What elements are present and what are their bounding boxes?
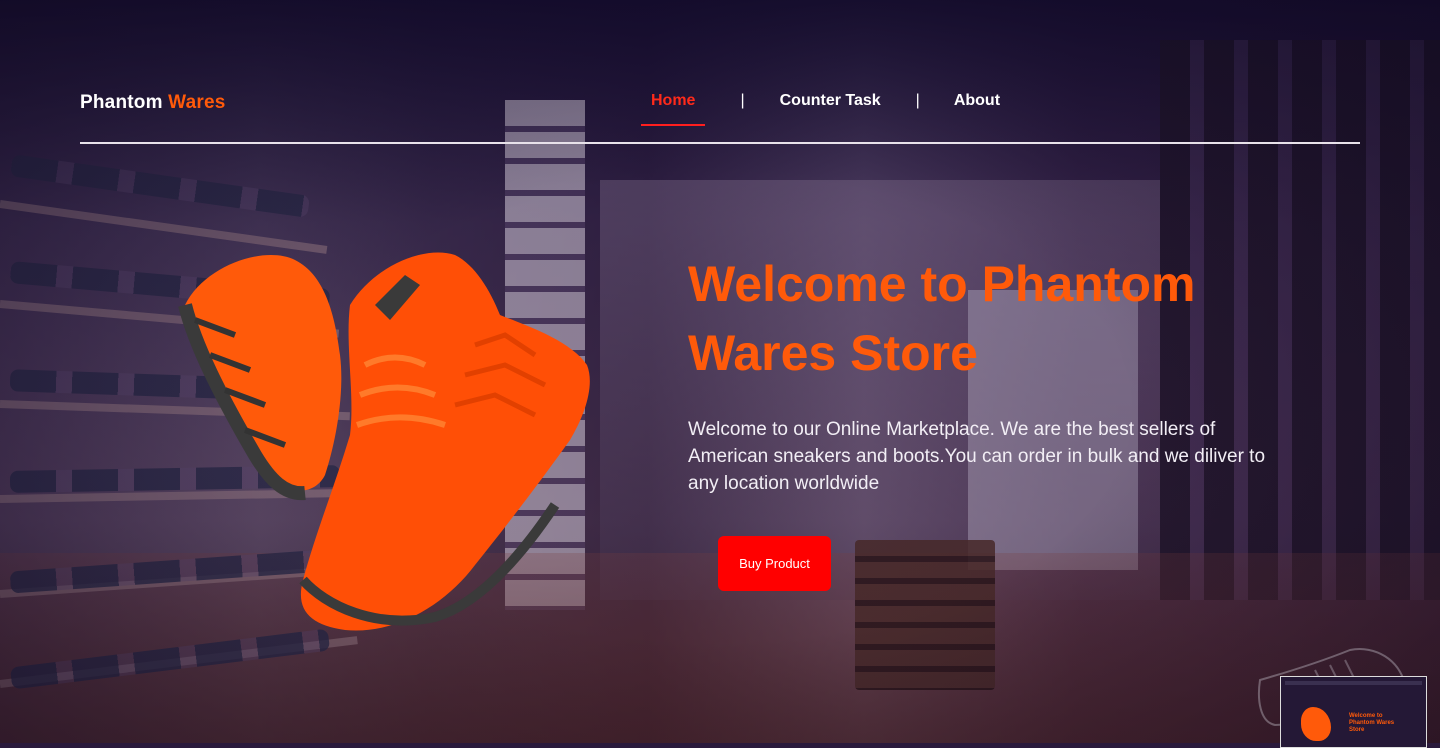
thumbnail-shoe [1301,707,1331,741]
hero-description: Welcome to our Online Marketplace. We ar… [688,419,1266,494]
thumbnail-header [1285,681,1422,685]
thumbnail-title: Welcome to Phantom Wares Store [1349,713,1395,733]
hero-title: Welcome to Phantom Wares Store [688,256,1196,381]
main-nav: Home | Counter Task | About [641,92,1000,132]
nav-item-about[interactable]: About [954,92,1000,110]
buy-product-button[interactable]: Buy Product [718,536,831,591]
orange-sneaker-image [178,252,590,631]
nav-item-home[interactable]: Home [641,92,706,126]
screenshot-thumbnail[interactable]: Welcome to Phantom Wares Store [1280,676,1427,748]
nav-item-counter-task[interactable]: Counter Task [780,92,881,110]
brand-logo[interactable]: Phantom Wares [80,92,226,114]
header-divider [80,142,1360,144]
brand-name-part2: Wares [168,92,226,113]
nav-separator: | [740,92,745,109]
nav-separator: | [915,92,920,109]
brand-name-part1: Phantom [80,92,163,113]
